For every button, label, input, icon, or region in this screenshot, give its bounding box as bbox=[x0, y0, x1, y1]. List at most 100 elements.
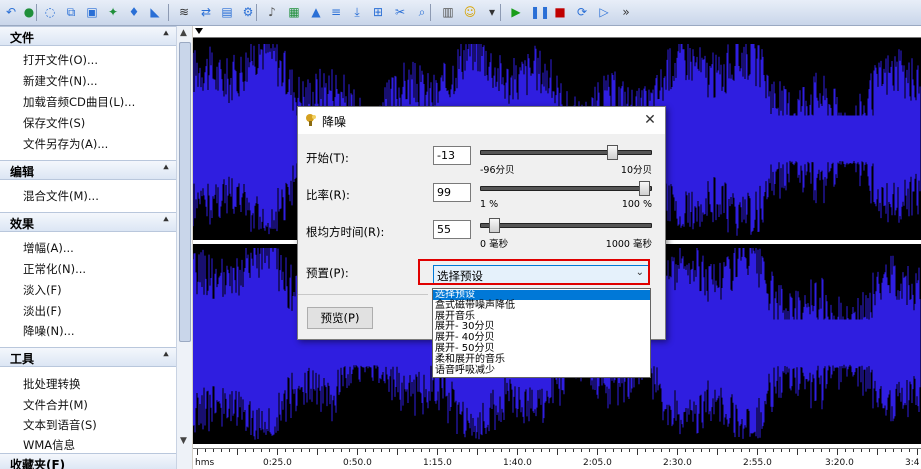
scroll-up-icon[interactable]: ▲ bbox=[180, 28, 187, 38]
zoom-icon[interactable]: ⌕ bbox=[414, 4, 430, 20]
timeline-tick bbox=[381, 449, 382, 452]
menu-item-text-to-speech[interactable]: 文本到语音(S) bbox=[23, 417, 97, 433]
preset-dropdown-list[interactable]: 选择预设 盒式磁带噪声降低 展开音乐 展开- 30分贝 展开- 40分贝 展开- 50分贝… bbox=[432, 288, 651, 378]
menu-item-wma-info[interactable]: WMA信息 bbox=[23, 437, 75, 453]
copy-icon[interactable]: ⧉ bbox=[63, 4, 79, 20]
scroll-down-icon[interactable]: ▼ bbox=[180, 436, 187, 446]
cut-icon[interactable]: ✂ bbox=[392, 4, 408, 20]
split-icon[interactable]: ⤓ bbox=[349, 4, 365, 20]
menu-item-normalize[interactable]: 正常化(N)... bbox=[23, 261, 86, 277]
preset-option[interactable]: 语音呼吸减少 bbox=[433, 365, 650, 376]
menu-item-noise-reduction[interactable]: 降噪(N)... bbox=[23, 323, 75, 339]
scrollbar-thumb[interactable] bbox=[179, 42, 191, 342]
menu-item-amplify[interactable]: 增幅(A)... bbox=[23, 240, 74, 256]
timeline-tick bbox=[293, 449, 294, 452]
rms-max-label: 1000 毫秒 bbox=[605, 239, 652, 250]
preview-button[interactable]: 预览(P) bbox=[307, 307, 373, 329]
timeline-tick bbox=[349, 449, 350, 452]
normalize-icon[interactable]: ♦ bbox=[126, 4, 142, 20]
settings-icon[interactable]: ⚙ bbox=[240, 4, 256, 20]
play-selection-icon[interactable]: ▷ bbox=[596, 4, 612, 20]
timeline-tick-label: 1:40.0 bbox=[503, 458, 532, 468]
menu-item-fade-in[interactable]: 淡入(F) bbox=[23, 282, 62, 298]
menu-item-fade-out[interactable]: 淡出(F) bbox=[23, 303, 62, 319]
section-header-edit[interactable]: 编辑 ⯅ bbox=[0, 160, 176, 180]
section-header-tools[interactable]: 工具 ⯅ bbox=[0, 347, 176, 367]
preset-option[interactable]: 选择预设 bbox=[433, 290, 650, 300]
ratio-max-label: 100 % bbox=[621, 199, 652, 210]
chevron-up-icon[interactable]: ⯅ bbox=[162, 215, 170, 226]
undo-icon[interactable]: ↶ bbox=[3, 4, 19, 20]
timeline-tick bbox=[749, 449, 750, 452]
equalizer-icon[interactable]: ▦ bbox=[286, 4, 302, 20]
pause-icon[interactable]: ❚❚ bbox=[530, 4, 550, 20]
slider-thumb[interactable] bbox=[489, 218, 500, 233]
menu-item-new-file[interactable]: 新建文件(N)... bbox=[23, 73, 98, 89]
task-pane: 文件 ⯅ 打开文件(O)... 新建文件(N)... 加载音频CD曲目(L)..… bbox=[0, 26, 192, 469]
menu-item-batch-convert[interactable]: 批处理转换 bbox=[23, 376, 81, 392]
section-header-effects[interactable]: 效果 ⯅ bbox=[0, 212, 176, 232]
preset-option[interactable]: 柔和展开的音乐 bbox=[433, 354, 650, 365]
play-icon[interactable]: ▶ bbox=[508, 4, 524, 20]
section-header-file[interactable]: 文件 ⯅ bbox=[0, 26, 176, 46]
preset-option[interactable]: 展开- 40分贝 bbox=[433, 333, 650, 343]
sidebar-scrollbar[interactable]: ▲ ▼ bbox=[176, 26, 192, 469]
join-icon[interactable]: ⊞ bbox=[370, 4, 386, 20]
timeline-tick bbox=[333, 449, 334, 452]
timeline-tick bbox=[509, 449, 510, 452]
playhead-marker-icon[interactable] bbox=[195, 28, 203, 34]
save-icon[interactable]: ▤ bbox=[219, 4, 235, 20]
preset-option[interactable]: 盒式磁带噪声降低 bbox=[433, 300, 650, 311]
person-icon[interactable]: ☺ bbox=[462, 4, 478, 20]
dropdown-icon[interactable]: ▾ bbox=[484, 4, 500, 20]
timeline-tick-label: 3:4 bbox=[905, 458, 920, 468]
play-icon-glyph: ▶ bbox=[511, 5, 521, 19]
paste-icon[interactable]: ▣ bbox=[84, 4, 100, 20]
menu-item-mix-file[interactable]: 混合文件(M)... bbox=[23, 188, 99, 204]
ratio-input[interactable] bbox=[433, 183, 471, 202]
menu-item-load-cd[interactable]: 加载音频CD曲目(L)... bbox=[23, 94, 135, 110]
stop-icon[interactable]: ■ bbox=[552, 4, 568, 20]
slider-thumb[interactable] bbox=[607, 145, 618, 160]
effects-icon[interactable]: ◌ bbox=[42, 4, 58, 20]
loop-icon[interactable]: ⟳ bbox=[574, 4, 590, 20]
timeline-tick bbox=[573, 449, 574, 452]
menu-item-save-as[interactable]: 文件另存为(A)... bbox=[23, 136, 108, 152]
preset-option[interactable]: 展开- 30分贝 bbox=[433, 322, 650, 332]
menu-item-file-join[interactable]: 文件合并(M) bbox=[23, 397, 88, 413]
stereo-icon[interactable]: ⇄ bbox=[198, 4, 214, 20]
mix-icon[interactable]: ✦ bbox=[105, 4, 121, 20]
pitch-icon[interactable]: ♪ bbox=[264, 4, 280, 20]
close-icon[interactable]: ✕ bbox=[639, 110, 661, 130]
amplify-icon[interactable]: ▲ bbox=[308, 4, 324, 20]
calendar-icon[interactable]: ▥ bbox=[440, 4, 456, 20]
record-icon[interactable]: ● bbox=[21, 4, 37, 20]
more-icon[interactable]: » bbox=[618, 4, 634, 20]
fade-icon[interactable]: ◣ bbox=[147, 4, 163, 20]
chevron-up-icon[interactable]: ⯅ bbox=[162, 350, 170, 361]
dialog-titlebar[interactable]: 降噪 ✕ bbox=[298, 107, 665, 134]
chevron-up-icon[interactable]: ⯅ bbox=[162, 29, 170, 40]
chevron-up-icon[interactable]: ⯅ bbox=[162, 163, 170, 174]
preset-option[interactable]: 展开- 50分贝 bbox=[433, 344, 650, 354]
timeline-tick bbox=[437, 449, 438, 455]
selection-ruler[interactable] bbox=[193, 26, 921, 38]
ratio-slider[interactable] bbox=[480, 181, 652, 196]
timeline-tick bbox=[861, 449, 862, 452]
timeline-tick bbox=[197, 449, 198, 455]
timeline-tick bbox=[541, 449, 542, 452]
slider-thumb[interactable] bbox=[639, 181, 650, 196]
rms-input[interactable] bbox=[433, 220, 471, 239]
timeline-tick bbox=[677, 449, 678, 455]
trim-icon[interactable]: ≡ bbox=[328, 4, 344, 20]
rms-slider[interactable] bbox=[480, 218, 652, 233]
start-slider[interactable] bbox=[480, 145, 652, 160]
section-header-favorites[interactable]: 收藏夹(F) bbox=[0, 453, 176, 469]
wave-icon[interactable]: ≋ bbox=[176, 4, 192, 20]
menu-item-open-file[interactable]: 打开文件(O)... bbox=[23, 52, 98, 68]
timeline-ruler[interactable]: hms 0:25.0 0:50.0 1:15.0 1:40.0 2:05.0 2:30.0 2… bbox=[193, 448, 921, 469]
start-input[interactable] bbox=[433, 146, 471, 165]
timeline-tick bbox=[709, 449, 710, 452]
timeline-tick bbox=[765, 449, 766, 452]
menu-item-save-file[interactable]: 保存文件(S) bbox=[23, 115, 85, 131]
